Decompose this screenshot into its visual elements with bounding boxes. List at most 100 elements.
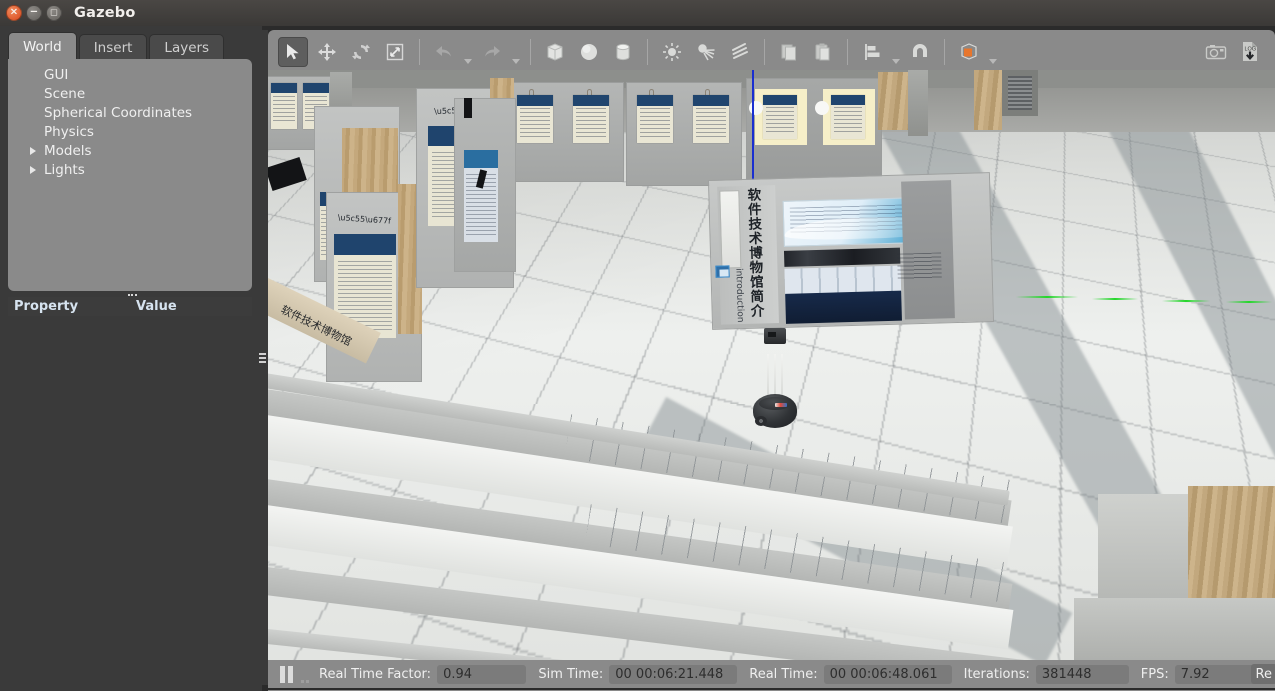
copy-icon: [781, 44, 796, 61]
snap-button[interactable]: [905, 37, 935, 67]
redo-dropdown-caret-icon[interactable]: [512, 59, 520, 64]
escalator-structure: [268, 370, 1045, 660]
column-header-property: Property: [14, 299, 79, 314]
view-mode-button[interactable]: [954, 37, 984, 67]
display-board: [508, 82, 624, 182]
rotate-icon: [352, 44, 370, 60]
fps-label: FPS:: [1140, 666, 1169, 682]
tree-item-label: GUI: [44, 66, 69, 83]
undo-arrow-icon: [436, 46, 451, 57]
copy-button[interactable]: [774, 37, 804, 67]
tree-item-lights[interactable]: Lights: [8, 160, 252, 179]
select-mode-button[interactable]: [278, 37, 308, 67]
insert-spot-light-button[interactable]: [691, 37, 721, 67]
exhibit-title-cjk: 软件技术博物馆简介: [744, 187, 764, 319]
close-glyph: ×: [9, 6, 19, 18]
laser-scan-line: [1016, 296, 1078, 298]
undo-dropdown-caret-icon[interactable]: [464, 59, 472, 64]
poster: [831, 95, 865, 139]
viewport-area: LOG \u5c55\u677f 软件技术博物馆 软件技术博物馆简介 intro…: [266, 26, 1275, 691]
scene-content: \u5c55\u677f \u5c55\u677f: [268, 70, 1275, 660]
step-button[interactable]: [301, 666, 309, 683]
chevron-right-icon[interactable]: [30, 146, 36, 155]
spot-light-glow: [815, 101, 829, 115]
exhibit-kiosk: \u5c55\u677f: [326, 184, 422, 382]
left-panel: World Insert Layers GUI Scene Spherical …: [0, 26, 262, 691]
orange-cube-icon: [961, 43, 977, 60]
wood-wall: [974, 70, 1002, 130]
cursor-arrow-icon: [287, 44, 299, 60]
log-record-button[interactable]: LOG: [1235, 37, 1265, 67]
tree-item-scene[interactable]: Scene: [8, 84, 252, 103]
side-wall: [908, 70, 928, 136]
scale-mode-button[interactable]: [380, 37, 410, 67]
exhibit-caption-lines: [897, 252, 942, 280]
magnet-icon: [913, 44, 927, 57]
tree-item-physics[interactable]: Physics: [8, 122, 252, 141]
tree-item-label: Physics: [44, 123, 94, 140]
insert-directional-light-button[interactable]: [725, 37, 755, 67]
tree-item-label: Models: [44, 142, 92, 159]
iterations-value: 381448: [1035, 664, 1129, 684]
pause-button[interactable]: [280, 665, 293, 683]
rotate-mode-button[interactable]: [346, 37, 376, 67]
status-bar: Real Time Factor: 0.94 Sim Time: 00 00:0…: [268, 660, 1275, 688]
minimize-icon[interactable]: −: [26, 5, 42, 21]
column-header-value: Value: [136, 299, 177, 314]
robot-lidar-sensor: [764, 328, 786, 344]
toolbar-separator: [647, 39, 648, 65]
gazebo-window: × − □ Gazebo World Insert Layers GUI Sce…: [0, 0, 1275, 691]
black-marker-object: [464, 98, 472, 118]
tab-layers[interactable]: Layers: [149, 34, 225, 60]
far-right-wall: [1008, 76, 1032, 110]
view-mode-dropdown-caret-icon[interactable]: [989, 59, 997, 64]
tab-world[interactable]: World: [8, 32, 77, 60]
tree-item-label: Lights: [44, 161, 85, 178]
paste-button[interactable]: [808, 37, 838, 67]
align-dropdown-caret-icon[interactable]: [892, 59, 900, 64]
wood-wall: [878, 72, 908, 130]
poster: [573, 95, 609, 143]
render-toolbar: LOG: [268, 30, 1275, 74]
tree-item-gui[interactable]: GUI: [8, 65, 252, 84]
real-time-value: 00 00:06:48.061: [823, 664, 952, 684]
property-table-header: Property Value: [8, 297, 252, 316]
insert-sphere-button[interactable]: [574, 37, 604, 67]
align-icon: [865, 44, 880, 60]
redo-button[interactable]: [477, 37, 507, 67]
laser-scan-line: [1092, 298, 1138, 300]
sim-time-label: Sim Time:: [538, 666, 604, 682]
insert-box-button[interactable]: [540, 37, 570, 67]
screenshot-button[interactable]: [1201, 37, 1231, 67]
tab-insert[interactable]: Insert: [78, 34, 148, 60]
laser-scan-line: [1162, 300, 1210, 302]
sim-time-value: 00 00:06:21.448: [609, 664, 738, 684]
reset-button[interactable]: Re: [1250, 664, 1275, 684]
align-button[interactable]: [857, 37, 887, 67]
laser-scan-line: [1226, 301, 1272, 303]
minimize-glyph: −: [29, 6, 39, 18]
world-tree: GUI Scene Spherical Coordinates Physics …: [8, 59, 252, 291]
exhibit-light-strip: [719, 190, 742, 269]
splitter-grip-icon: [258, 352, 266, 363]
undo-button[interactable]: [429, 37, 459, 67]
translate-mode-button[interactable]: [312, 37, 342, 67]
insert-point-light-button[interactable]: [657, 37, 687, 67]
tree-item-models[interactable]: Models: [8, 141, 252, 160]
3d-viewport[interactable]: \u5c55\u677f \u5c55\u677f: [268, 70, 1275, 660]
exhibit-blue-badge: [715, 265, 730, 278]
box-icon: [547, 43, 563, 61]
kiosk-poster: [464, 150, 498, 242]
exhibit-right-column: [901, 180, 955, 320]
close-icon[interactable]: ×: [6, 5, 22, 21]
tree-item-spherical-coordinates[interactable]: Spherical Coordinates: [8, 103, 252, 122]
poster: [637, 95, 673, 143]
poster: [763, 95, 797, 139]
exhibit-kiosk: [454, 98, 516, 272]
fps-value: 7.92: [1174, 664, 1257, 684]
insert-cylinder-button[interactable]: [608, 37, 638, 67]
chevron-right-icon[interactable]: [30, 165, 36, 174]
maximize-icon[interactable]: □: [46, 5, 62, 21]
foreground-pillar: [1098, 494, 1190, 604]
toolbar-separator: [944, 39, 945, 65]
